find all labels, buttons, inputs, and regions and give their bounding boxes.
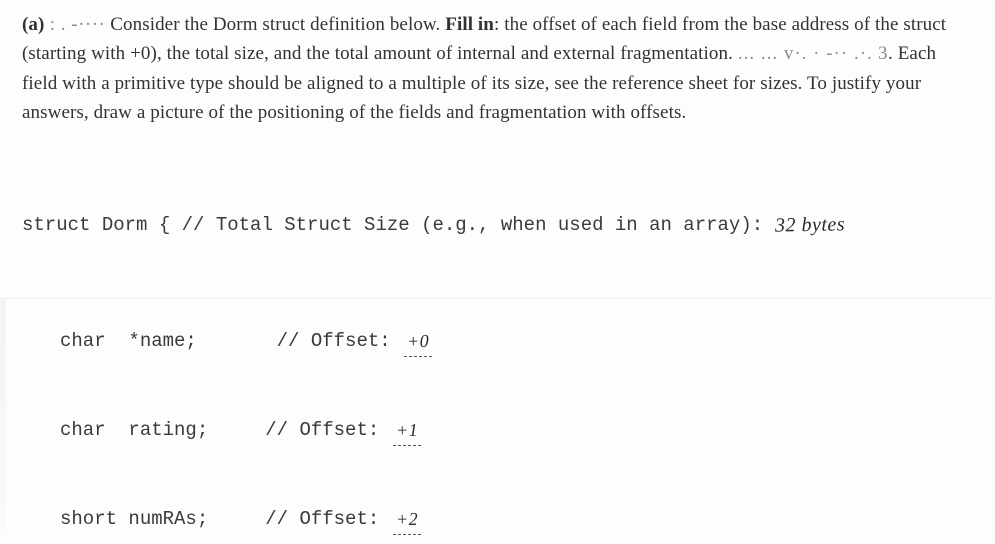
code-struct-open: struct Dorm { // Total Struct Size (e.g.… xyxy=(22,209,973,239)
part-label: (a) xyxy=(22,14,44,35)
lead-text: Consider the Dorm struct definition belo… xyxy=(105,14,445,35)
struct-open-text: struct Dorm { // Total Struct Size (e.g.… xyxy=(22,211,775,240)
answer-blank: +2 xyxy=(393,505,421,535)
faint-printing-2: ... ... v·. · -·· .·. xyxy=(738,43,873,64)
answer-blank: +0 xyxy=(404,327,432,357)
answer-offset: +1 xyxy=(395,417,418,445)
mid-digit: 3 xyxy=(873,43,888,64)
field-decl: char *name; xyxy=(60,327,277,356)
field-decl: char rating; xyxy=(60,416,265,445)
faint-horizontal-line xyxy=(0,298,995,299)
left-scan-shadow xyxy=(0,300,6,530)
offset-label: // Offset: xyxy=(265,416,390,445)
code-block: struct Dorm { // Total Struct Size (e.g.… xyxy=(22,150,973,544)
code-field-row: char *name; // Offset: +0 xyxy=(22,327,973,357)
faint-printing-1: : . xyxy=(44,14,71,35)
answer-offset: +0 xyxy=(407,328,430,356)
answer-offset: +2 xyxy=(395,505,418,533)
field-decl: short numRAs; xyxy=(60,505,265,534)
answer-total-size: 32 bytes xyxy=(774,209,845,241)
faint-printing-1b: -···· xyxy=(71,14,105,35)
fill-in-label: Fill in xyxy=(445,14,494,35)
answer-blank: +1 xyxy=(393,416,421,446)
code-field-row: short numRAs; // Offset: +2 xyxy=(22,505,973,535)
question-paragraph: (a) : . -···· Consider the Dorm struct d… xyxy=(22,10,973,128)
offset-label: // Offset: xyxy=(265,505,390,534)
offset-label: // Offset: xyxy=(277,327,402,356)
code-field-row: char rating; // Offset: +1 xyxy=(22,416,973,446)
